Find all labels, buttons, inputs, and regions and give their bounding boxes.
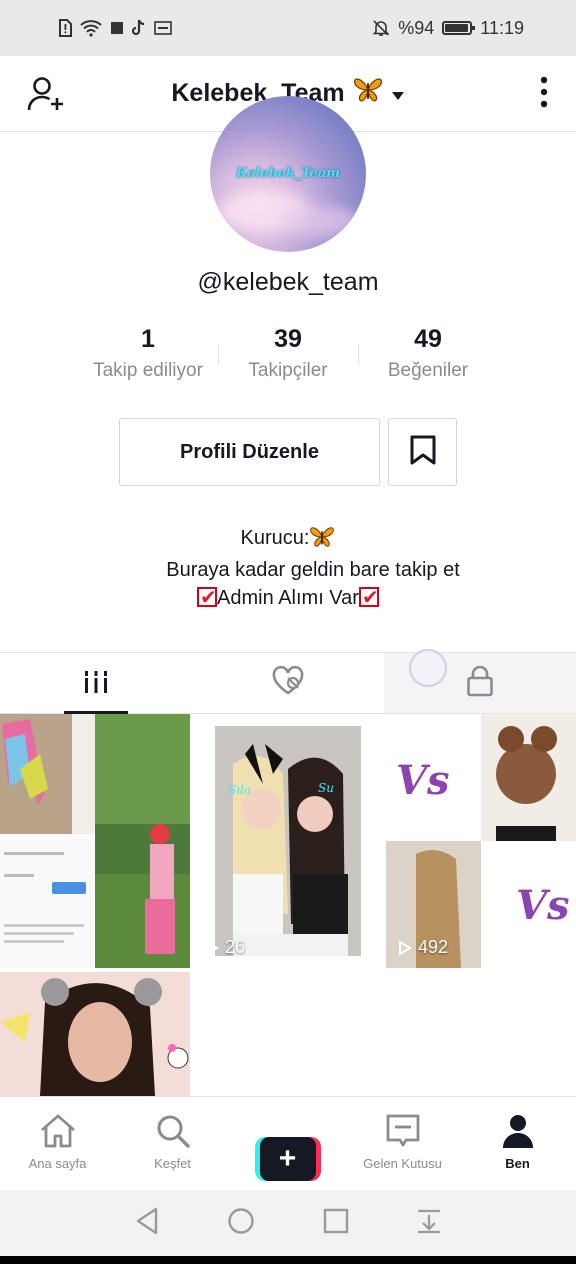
notification-pull-icon[interactable] — [416, 1208, 442, 1239]
square-notification-icon — [110, 21, 124, 35]
home-icon — [38, 1113, 78, 1152]
nav-label: Keşfet — [154, 1156, 191, 1171]
nav-create[interactable]: + — [230, 1097, 345, 1190]
avatar[interactable]: Kelebek_Team — [210, 96, 366, 252]
stat-likes[interactable]: 49 Beğeniler — [358, 322, 498, 382]
stat-label: Beğeniler — [387, 360, 469, 381]
home-circle-icon[interactable] — [227, 1207, 255, 1240]
profile-icon — [500, 1113, 536, 1152]
stat-value: 1 — [141, 325, 155, 353]
tab-liked[interactable] — [192, 653, 384, 713]
nav-profile[interactable]: Ben — [460, 1097, 575, 1190]
battery-percent: %94 — [398, 17, 435, 38]
lock-icon — [466, 665, 494, 702]
video-thumbnail[interactable]: Sıla Su 26 — [193, 714, 383, 968]
video-thumbnail[interactable] — [0, 714, 190, 968]
nav-home[interactable]: Ana sayfa — [0, 1097, 115, 1190]
touch-ripple — [409, 649, 447, 687]
mute-bell-icon — [372, 19, 390, 37]
checkmark-icon — [197, 584, 218, 612]
bio-line-1: Kurucu: — [0, 524, 576, 556]
view-count: 492 — [398, 937, 448, 958]
screen-bottom-edge — [0, 1256, 576, 1264]
wifi-icon — [80, 19, 102, 37]
nav-discover[interactable]: Keşfet — [115, 1097, 230, 1190]
back-icon[interactable] — [134, 1207, 160, 1240]
video-thumbnail[interactable]: Vs Vs 492 — [386, 714, 576, 968]
play-icon — [399, 939, 412, 956]
chevron-down-icon — [391, 79, 405, 108]
profile-bio: Kurucu: Buraya kadar geldin bare takip e… — [0, 524, 576, 612]
nav-inbox[interactable]: Gelen Kutusu — [345, 1097, 460, 1190]
stat-following[interactable]: 1 Takip ediliyor — [78, 322, 218, 382]
username: @kelebek_team — [197, 268, 379, 296]
avatar-logo-text: Kelebek_Team — [236, 166, 340, 181]
nav-label: Ana sayfa — [28, 1156, 87, 1171]
svg-text:Su: Su — [318, 781, 334, 795]
status-icons-left — [58, 19, 172, 37]
bookmark-icon — [410, 435, 436, 470]
nav-label: Gelen Kutusu — [363, 1156, 442, 1171]
recents-icon[interactable] — [323, 1208, 349, 1239]
inbox-icon — [385, 1113, 421, 1152]
more-options-icon[interactable] — [540, 76, 548, 113]
create-button[interactable]: + — [254, 1137, 321, 1181]
hidden-heart-icon — [271, 665, 305, 701]
butterfly-icon — [353, 77, 383, 110]
tab-videos[interactable] — [0, 653, 192, 714]
sim-alert-icon — [58, 19, 72, 37]
stat-value: 49 — [414, 325, 442, 353]
checkmark-icon — [358, 584, 379, 612]
nav-label: Ben — [505, 1156, 530, 1171]
bio-line-3: Admin Alımı Var — [0, 584, 576, 612]
stat-value: 39 — [274, 325, 302, 353]
edit-profile-button[interactable]: Profili Düzenle — [119, 418, 380, 486]
svg-text:Sıla: Sıla — [228, 783, 251, 797]
play-icon — [206, 939, 219, 956]
grid-icon — [83, 667, 109, 699]
content-tabs — [0, 652, 576, 714]
status-icons-right: %94 11:19 — [372, 18, 524, 39]
battery-icon — [442, 21, 476, 35]
tiktok-notification-icon — [132, 19, 146, 37]
stat-label: Takip ediliyor — [93, 360, 203, 381]
video-thumbnail[interactable] — [0, 972, 190, 1096]
bottom-navigation: Ana sayfa Keşfet + Gelen Kutusu Ben — [0, 1096, 576, 1190]
profile-stats: 1 Takip ediliyor 39 Takipçiler 49 Beğeni… — [78, 322, 498, 382]
favorites-button[interactable] — [388, 418, 457, 486]
add-user-icon[interactable] — [26, 74, 66, 119]
app-notification-icon — [154, 21, 172, 35]
butterfly-icon — [309, 526, 335, 556]
svg-text:Vs: Vs — [516, 882, 570, 929]
status-bar: %94 11:19 — [0, 0, 576, 56]
stat-followers[interactable]: 39 Takipçiler — [218, 322, 358, 382]
search-icon — [155, 1113, 191, 1152]
stat-label: Takipçiler — [248, 360, 328, 381]
view-count: 26 — [205, 937, 245, 958]
clock: 11:19 — [480, 17, 524, 38]
bio-line-2: Buraya kadar geldin bare takip et — [166, 559, 460, 581]
plus-icon: + — [259, 1137, 316, 1181]
system-navigation-bar — [0, 1190, 576, 1256]
svg-text:Vs: Vs — [396, 757, 450, 804]
